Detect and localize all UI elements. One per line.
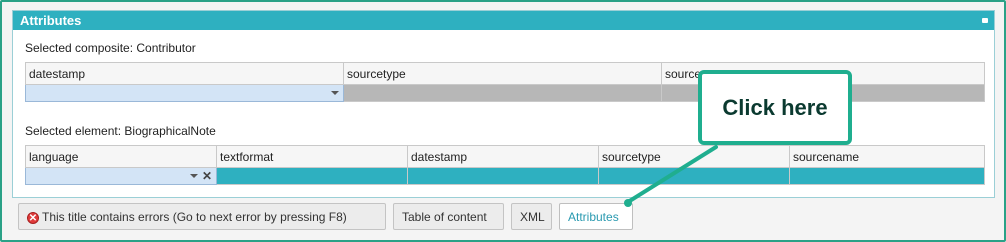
callout-box: Click here <box>698 70 852 145</box>
callout-pointer <box>624 145 718 207</box>
callout-text: Click here <box>722 95 828 120</box>
